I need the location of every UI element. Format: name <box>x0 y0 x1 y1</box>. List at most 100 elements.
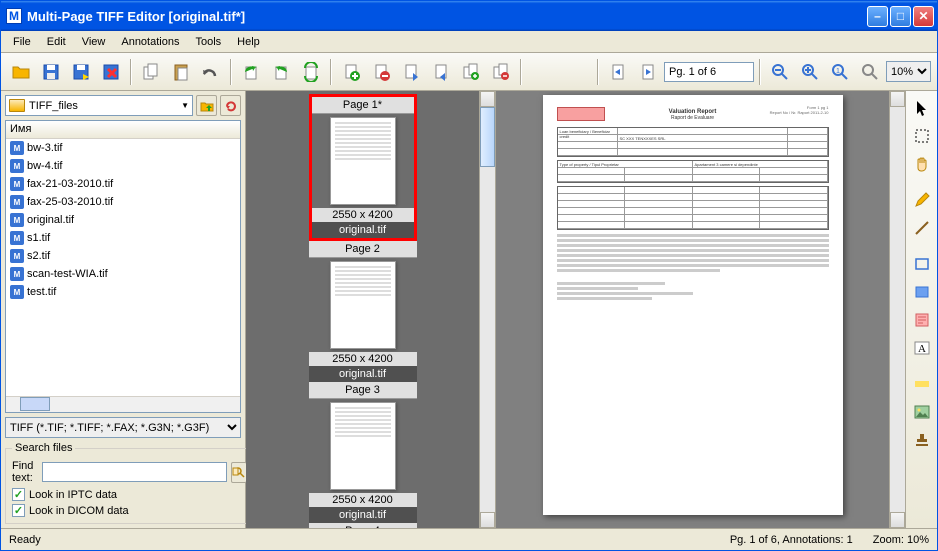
thumb-filename: original.tif <box>312 222 414 238</box>
menu-file[interactable]: File <box>5 33 39 51</box>
file-list-hscroll[interactable] <box>6 396 240 412</box>
refresh-button[interactable] <box>220 95 241 116</box>
file-item[interactable]: Mtest.tif <box>6 283 240 301</box>
open-button[interactable] <box>7 58 35 86</box>
file-list-header[interactable]: Имя <box>6 121 240 139</box>
page-export-button[interactable] <box>427 58 455 86</box>
window-title: Multi-Page TIFF Editor [original.tif*] <box>27 9 867 24</box>
file-item[interactable]: Ms2.tif <box>6 247 240 265</box>
app-icon: M <box>6 8 22 24</box>
file-item[interactable]: Moriginal.tif <box>6 211 240 229</box>
line-tool[interactable] <box>909 215 935 241</box>
search-group: Search files Find text: ✓Look in IPTC da… <box>5 442 254 524</box>
thumb-filename: original.tif <box>309 507 417 523</box>
thumb-preview <box>330 117 396 205</box>
file-item[interactable]: Mbw-3.tif <box>6 139 240 157</box>
tiff-file-icon: M <box>10 213 24 227</box>
menubar: File Edit View Annotations Tools Help <box>1 31 937 53</box>
thumbnail-page-3[interactable]: Page 3 2550 x 4200 original.tif <box>309 382 417 523</box>
status-ready: Ready <box>9 534 41 546</box>
save-as-button[interactable] <box>67 58 95 86</box>
rotate-right-button[interactable] <box>267 58 295 86</box>
menu-help[interactable]: Help <box>229 33 268 51</box>
page-duplicate-button[interactable] <box>457 58 485 86</box>
thumbnail-page-1[interactable]: Page 1* 2550 x 4200 original.tif <box>309 94 417 241</box>
zoom-in-button[interactable] <box>796 58 824 86</box>
image-tool[interactable] <box>909 399 935 425</box>
statusbar: Ready Pg. 1 of 6, Annotations: 1 Zoom: 1… <box>1 528 937 550</box>
tiff-file-icon: M <box>10 177 24 191</box>
dicom-checkbox-row[interactable]: ✓Look in DICOM data <box>12 504 247 517</box>
menu-edit[interactable]: Edit <box>39 33 74 51</box>
zoom-100-button[interactable]: 1 <box>826 58 854 86</box>
maximize-button[interactable]: □ <box>890 6 911 27</box>
stamp-tool[interactable] <box>909 427 935 453</box>
iptc-checkbox-row[interactable]: ✓Look in IPTC data <box>12 488 247 501</box>
page-import-button[interactable] <box>397 58 425 86</box>
thumbnail-page-2[interactable]: Page 2 2550 x 4200 original.tif <box>309 241 417 382</box>
file-item[interactable]: Mfax-25-03-2010.tif <box>6 193 240 211</box>
file-filter-select[interactable]: TIFF (*.TIF; *.TIFF; *.FAX; *.G3N; *.G3F… <box>5 417 241 438</box>
page-remove-button[interactable] <box>487 58 515 86</box>
thumb-vscroll[interactable] <box>479 91 495 528</box>
file-item[interactable]: Mfax-21-03-2010.tif <box>6 175 240 193</box>
page-prev-button[interactable] <box>604 58 632 86</box>
tiff-file-icon: M <box>10 267 24 281</box>
tiff-file-icon: M <box>10 159 24 173</box>
page-add-button[interactable] <box>337 58 365 86</box>
thumb-preview <box>330 261 396 349</box>
file-item[interactable]: Ms1.tif <box>6 229 240 247</box>
rect-outline-tool[interactable] <box>909 251 935 277</box>
thumb-header: Page 1* <box>312 97 414 114</box>
pointer-tool[interactable] <box>909 95 935 121</box>
file-list-items: Mbw-3.tif Mbw-4.tif Mfax-21-03-2010.tif … <box>6 139 240 396</box>
select-tool[interactable] <box>909 123 935 149</box>
menu-annotations[interactable]: Annotations <box>113 33 187 51</box>
text-tool[interactable]: A <box>909 335 935 361</box>
menu-tools[interactable]: Tools <box>187 33 229 51</box>
folder-icon <box>9 99 25 112</box>
menu-view[interactable]: View <box>74 33 114 51</box>
pencil-tool[interactable] <box>909 187 935 213</box>
highlight-tool[interactable] <box>909 371 935 397</box>
page-delete-button[interactable] <box>367 58 395 86</box>
rotate-left-button[interactable] <box>237 58 265 86</box>
copy-button[interactable] <box>137 58 165 86</box>
main-toolbar: 1 10% <box>1 53 937 91</box>
zoom-out-button[interactable] <box>766 58 794 86</box>
zoom-select[interactable]: 10% <box>886 61 931 82</box>
close-file-button[interactable] <box>97 58 125 86</box>
rect-fill-tool[interactable] <box>909 279 935 305</box>
page-preview[interactable]: Form 1 pg 1Report No / Nr. Raport 2011-2… <box>496 91 905 528</box>
svg-text:A: A <box>918 343 926 355</box>
folder-up-button[interactable] <box>196 95 217 116</box>
zoom-fit-button[interactable] <box>856 58 884 86</box>
folder-name: TIFF_files <box>29 100 78 112</box>
thumb-dimensions: 2550 x 4200 <box>309 352 417 366</box>
find-button[interactable] <box>231 462 247 483</box>
minimize-button[interactable]: – <box>867 6 888 27</box>
preview-vscroll[interactable] <box>889 91 905 528</box>
rotate-180-button[interactable] <box>297 58 325 86</box>
file-item[interactable]: Mbw-4.tif <box>6 157 240 175</box>
find-text-input[interactable] <box>42 462 227 482</box>
thumb-preview <box>330 402 396 490</box>
tiff-file-icon: M <box>10 141 24 155</box>
file-list: Имя Mbw-3.tif Mbw-4.tif Mfax-21-03-2010.… <box>5 120 241 413</box>
tiff-file-icon: M <box>10 195 24 209</box>
save-button[interactable] <box>37 58 65 86</box>
page-number-input[interactable] <box>664 62 754 82</box>
page-next-button[interactable] <box>634 58 662 86</box>
thumb-dimensions: 2550 x 4200 <box>312 208 414 222</box>
file-item[interactable]: Mscan-test-WIA.tif <box>6 265 240 283</box>
document-page: Form 1 pg 1Report No / Nr. Raport 2011-2… <box>543 95 843 515</box>
undo-button[interactable] <box>197 58 225 86</box>
folder-select[interactable]: TIFF_files ▼ <box>5 95 193 116</box>
close-button[interactable]: ✕ <box>913 6 934 27</box>
hand-tool[interactable] <box>909 151 935 177</box>
svg-text:1: 1 <box>836 68 840 75</box>
paste-button[interactable] <box>167 58 195 86</box>
main-window: M Multi-Page TIFF Editor [original.tif*]… <box>0 0 938 551</box>
note-tool[interactable] <box>909 307 935 333</box>
annotation-toolbar: A <box>905 91 937 528</box>
